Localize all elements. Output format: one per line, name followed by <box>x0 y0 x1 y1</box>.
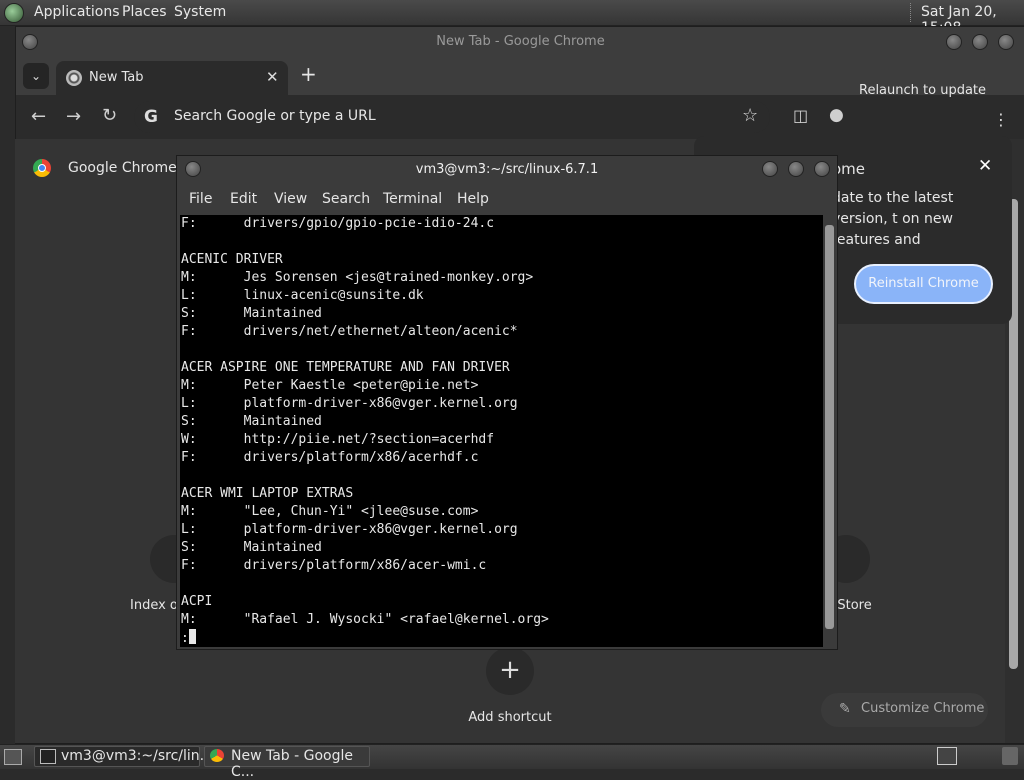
bottom-taskbar: vm3@vm3:~/src/lin... New Tab - Google C.… <box>0 744 1024 780</box>
menu-applications[interactable]: Applications <box>34 4 120 20</box>
chrome-menu-icon[interactable]: ⋮ <box>993 110 1009 129</box>
terminal-line: F: drivers/gpio/gpio-pcie-idio-24.c <box>181 216 495 231</box>
terminal-prompt: : <box>181 631 189 646</box>
terminal-line: ACER ASPIRE ONE TEMPERATURE AND FAN DRIV… <box>181 360 510 375</box>
terminal-menu-edit[interactable]: Edit <box>230 191 257 207</box>
profile-icon[interactable]: ● <box>829 105 844 125</box>
terminal-menu-terminal[interactable]: Terminal <box>383 191 442 207</box>
menu-places[interactable]: Places <box>122 4 167 20</box>
taskbar-item-chrome[interactable]: New Tab - Google C... <box>204 746 370 780</box>
terminal-scrollbar[interactable] <box>824 215 835 647</box>
add-shortcut-label[interactable]: Add shortcut <box>442 710 578 725</box>
terminal-prompt-line[interactable]: : <box>181 629 823 648</box>
terminal-line: M: "Lee, Chun-Yi" <jlee@suse.com> <box>181 504 479 519</box>
forward-icon[interactable]: → <box>66 106 81 127</box>
terminal-icon <box>40 749 56 764</box>
terminal-line: S: Maintained <box>181 306 322 321</box>
panel-separator <box>910 3 913 22</box>
terminal-line: L: platform-driver-x86@vger.kernel.org <box>181 396 518 411</box>
terminal-line: W: http://piie.net/?section=acerhdf <box>181 432 495 447</box>
pencil-icon: ✎ <box>839 701 851 717</box>
terminal-screen[interactable]: F: drivers/gpio/gpio-pcie-idio-24.c ACEN… <box>180 215 823 647</box>
customize-chrome-button[interactable]: ✎ Customize Chrome <box>821 693 988 727</box>
toolbar: ← → ↻ G Search Google or type a URL ☆ ◫ … <box>16 95 1024 139</box>
google-g-icon: G <box>144 107 158 127</box>
omnibox-placeholder[interactable]: Search Google or type a URL <box>174 108 376 124</box>
maximize-icon[interactable] <box>972 34 988 50</box>
close-window-icon[interactable] <box>998 34 1014 50</box>
reload-icon[interactable]: ↻ <box>102 105 117 126</box>
terminal-minimize-icon[interactable] <box>762 161 778 177</box>
popup-close-icon[interactable]: ✕ <box>978 156 992 176</box>
trash-icon[interactable] <box>1002 747 1018 765</box>
terminal-line: F: drivers/platform/x86/acer-wmi.c <box>181 558 487 573</box>
terminal-title: vm3@vm3:~/src/linux-6.7.1 <box>415 162 599 177</box>
distro-logo-icon[interactable] <box>4 3 24 23</box>
reinstall-chrome-button[interactable]: Reinstall Chrome <box>854 264 993 304</box>
terminal-menu-file[interactable]: File <box>189 191 212 207</box>
menu-system[interactable]: System <box>174 4 226 20</box>
shortcut-index-label[interactable]: Index of <box>130 598 182 613</box>
terminal-line: M: "Rafael J. Wysocki" <rafael@kernel.or… <box>181 612 549 627</box>
terminal-line: M: Peter Kaestle <peter@piie.net> <box>181 378 479 393</box>
chrome-titlebar[interactable]: New Tab - Google Chrome <box>16 27 1024 57</box>
terminal-line: F: drivers/net/ethernet/alteon/acenic* <box>181 324 518 339</box>
terminal-menu-help[interactable]: Help <box>457 191 489 207</box>
tab-close-icon[interactable]: ✕ <box>266 68 279 86</box>
top-panel: Applications Places System Sat Jan 20, 1… <box>0 0 1024 36</box>
terminal-output: F: drivers/gpio/gpio-pcie-idio-24.c ACEN… <box>180 215 823 648</box>
chrome-logo-icon <box>33 159 51 177</box>
terminal-line: ACPI <box>181 594 213 609</box>
terminal-scrollbar-thumb[interactable] <box>825 225 834 629</box>
terminal-line: S: Maintained <box>181 540 322 555</box>
popup-body: date to the latest version, t on new fea… <box>832 190 954 248</box>
terminal-menu-view[interactable]: View <box>274 191 307 207</box>
terminal-line: S: Maintained <box>181 414 322 429</box>
terminal-line: L: linux-acenic@sunsite.dk <box>181 288 424 303</box>
customize-chrome-label: Customize Chrome <box>861 701 985 716</box>
workspace-switcher[interactable] <box>937 747 957 765</box>
terminal-line: M: Jes Sorensen <jes@trained-monkey.org> <box>181 270 534 285</box>
tab-title: New Tab <box>89 70 144 85</box>
infobar-text: Google Chrome is <box>68 160 193 176</box>
terminal-line: ACER WMI LAPTOP EXTRAS <box>181 486 354 501</box>
tab-search-button[interactable]: ⌄ <box>23 63 49 89</box>
terminal-maximize-icon[interactable] <box>788 161 804 177</box>
window-title: New Tab - Google Chrome <box>436 34 605 49</box>
tab-new-tab[interactable]: New Tab ✕ <box>56 61 288 95</box>
taskbar-terminal-label: vm3@vm3:~/src/lin... <box>61 748 213 764</box>
relaunch-to-update-button[interactable]: Relaunch to update <box>859 83 986 98</box>
chrome-favicon-icon <box>66 70 82 86</box>
terminal-window: vm3@vm3:~/src/linux-6.7.1 File Edit View… <box>176 155 838 650</box>
terminal-line: F: drivers/platform/x86/acerhdf.c <box>181 450 479 465</box>
chrome-icon <box>210 749 224 762</box>
terminal-line: ACENIC DRIVER <box>181 252 283 267</box>
omnibox[interactable]: G Search Google or type a URL ☆ <box>134 101 770 133</box>
terminal-cursor <box>188 629 196 644</box>
show-desktop-icon[interactable] <box>4 749 22 765</box>
add-plus-icon[interactable]: + <box>486 647 534 695</box>
terminal-menubar: File Edit View Search Terminal Help <box>177 188 837 214</box>
terminal-menu-search[interactable]: Search <box>322 191 370 207</box>
bookmark-star-icon[interactable]: ☆ <box>742 105 758 126</box>
side-panel-icon[interactable]: ◫ <box>793 106 808 125</box>
new-tab-button[interactable]: + <box>300 62 317 86</box>
taskbar-chrome-label: New Tab - Google C... <box>231 748 354 780</box>
terminal-close-icon[interactable] <box>814 161 830 177</box>
taskbar-item-terminal[interactable]: vm3@vm3:~/src/lin... <box>34 746 213 767</box>
back-icon[interactable]: ← <box>31 106 46 127</box>
minimize-icon[interactable] <box>946 34 962 50</box>
terminal-line: L: platform-driver-x86@vger.kernel.org <box>181 522 518 537</box>
